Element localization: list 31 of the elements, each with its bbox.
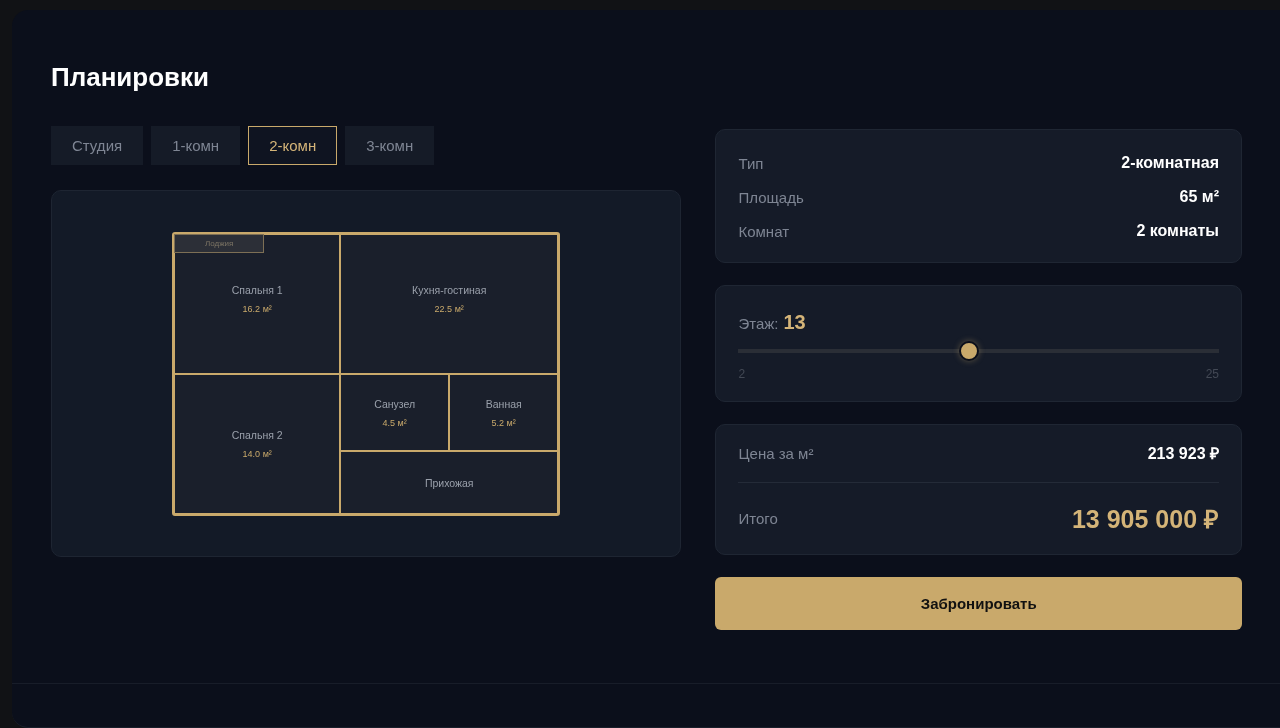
room-name: Спальня 2 xyxy=(231,429,283,441)
spec-value: 2 комнаты xyxy=(1136,222,1219,240)
tab[interactable]: 1-комн xyxy=(151,126,241,165)
spec-label: Тип xyxy=(738,154,764,172)
slider-thumb[interactable] xyxy=(959,341,980,361)
price-label: Цена за м² xyxy=(738,444,814,462)
room-area: 22.5 м² xyxy=(434,304,464,314)
spec-label: Комнат xyxy=(738,222,789,240)
room-area: 16.2 м² xyxy=(242,304,272,314)
balcony-label: Лоджия xyxy=(174,234,265,253)
room-name: Кухня-гостиная xyxy=(412,284,487,296)
tab[interactable]: 3-комн xyxy=(345,126,435,165)
total-price: 13 905 000 ₽ xyxy=(1071,504,1219,536)
floor-value: 13 xyxy=(783,311,806,334)
room-name: Ванная xyxy=(485,397,522,410)
room-area: 5.2 м² xyxy=(491,417,516,428)
tab[interactable]: 2-комн xyxy=(248,126,338,165)
room-name: Прихожая xyxy=(424,476,474,489)
page-title: Планировки xyxy=(51,61,211,94)
room-name: Санузел xyxy=(374,397,416,410)
price-per-m2: 213 923 ₽ xyxy=(1147,444,1219,465)
room-area: 14.0 м² xyxy=(242,449,272,459)
spec-value: 2-комнатная xyxy=(1121,154,1219,172)
floor-label: Этаж: xyxy=(738,315,779,332)
tab[interactable]: Студия xyxy=(51,126,144,165)
spec-label: Площадь xyxy=(738,188,804,206)
room-area: 4.5 м² xyxy=(382,417,407,428)
room-name: Спальня 1 xyxy=(231,284,283,296)
total-label: Итого xyxy=(738,509,778,527)
spec-value: 65 м² xyxy=(1179,188,1219,206)
book-button[interactable]: Забронировать xyxy=(715,577,1242,630)
